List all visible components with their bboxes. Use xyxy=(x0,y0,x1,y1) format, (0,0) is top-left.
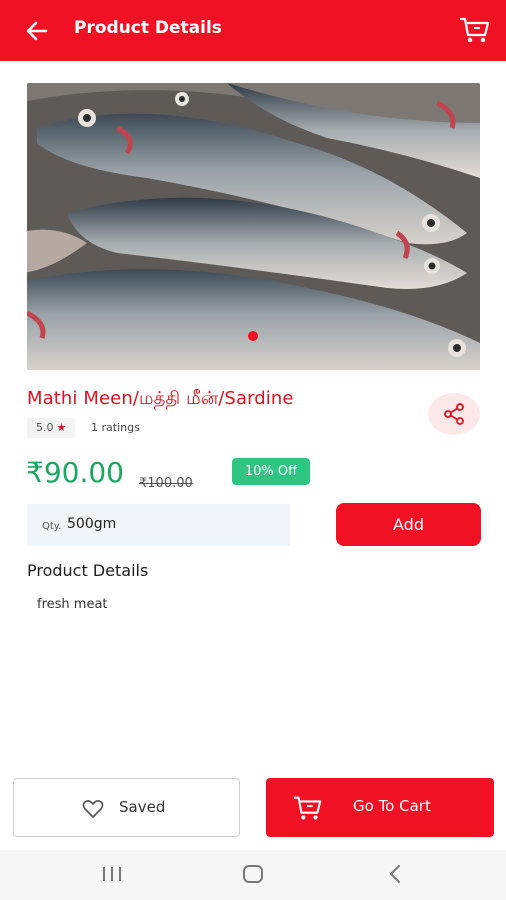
quantity-selector[interactable]: Qty. 500gm xyxy=(27,504,290,546)
go-to-cart-button[interactable]: Go To Cart xyxy=(266,778,494,837)
mrp-price: ₹100.00 xyxy=(139,476,193,491)
product-image[interactable] xyxy=(27,83,480,370)
quantity-value: 500gm xyxy=(67,516,117,532)
star-icon: ★ xyxy=(56,421,67,434)
app-bar: Product Details xyxy=(0,0,506,61)
product-details-text: fresh meat xyxy=(37,597,108,612)
heart-icon xyxy=(82,800,104,818)
system-navigation-bar xyxy=(0,850,506,900)
product-details-heading: Product Details xyxy=(27,561,149,580)
page-title: Product Details xyxy=(74,18,222,38)
quantity-label: Qty. xyxy=(42,521,62,532)
discount-badge: 10% Off xyxy=(232,458,310,485)
gallery-indicator-dot[interactable] xyxy=(248,331,258,341)
add-button[interactable]: Add xyxy=(336,503,481,546)
share-button[interactable] xyxy=(428,393,480,435)
cart-icon[interactable] xyxy=(458,14,492,46)
price: ₹90.00 xyxy=(26,456,124,489)
go-to-cart-label: Go To Cart xyxy=(353,797,431,815)
back-arrow-icon[interactable] xyxy=(22,16,52,46)
recents-icon[interactable] xyxy=(100,863,124,885)
system-back-icon[interactable] xyxy=(384,863,408,885)
share-icon xyxy=(444,403,464,425)
rating-value: 5.0 xyxy=(36,421,54,434)
saved-button[interactable]: Saved xyxy=(13,778,240,837)
cart-icon xyxy=(293,796,322,820)
rating-badge: 5.0 ★ xyxy=(27,418,76,438)
home-icon[interactable] xyxy=(241,863,265,885)
saved-label: Saved xyxy=(119,798,166,816)
product-name: Mathi Meen/மத்தி மீன்/Sardine xyxy=(27,388,294,409)
ratings-count: 1 ratings xyxy=(91,421,140,434)
